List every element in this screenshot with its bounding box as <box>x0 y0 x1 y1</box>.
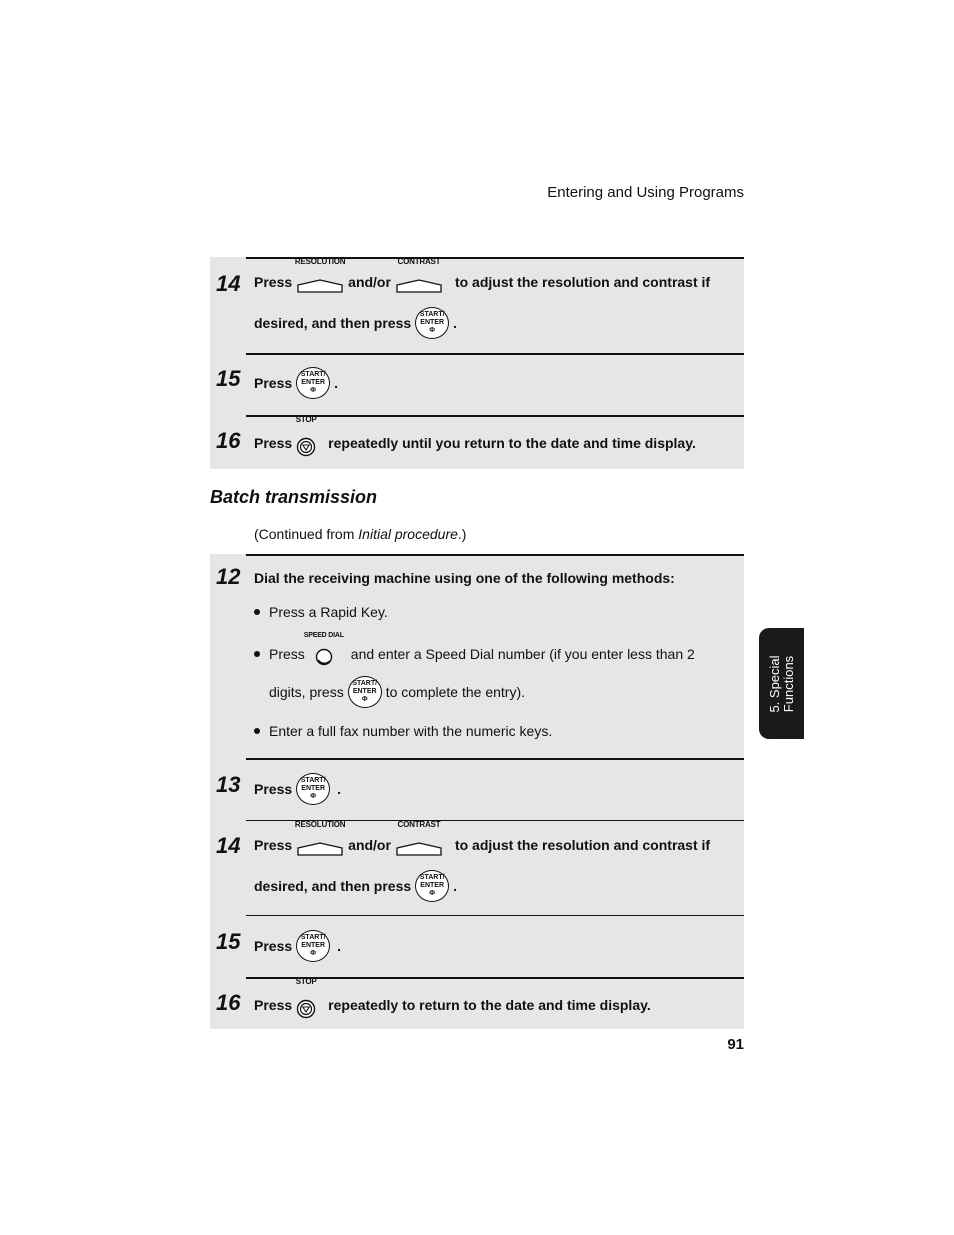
top-steps-block: 14 Press RESOLUTION and/or CONTRAST to a… <box>210 257 744 469</box>
step-text-line2: desired, and then press START/ENTER Φ . <box>254 307 457 339</box>
contrast-key: CONTRAST <box>395 257 443 293</box>
step-number: 16 <box>216 990 241 1015</box>
start-enter-key: START/ENTER Φ <box>296 773 331 805</box>
start-enter-icon: START/ENTER Φ <box>296 773 331 805</box>
step-divider <box>246 554 744 556</box>
bullet-dot <box>254 728 260 734</box>
step-text-line1: Press RESOLUTION and/or CONTRAST to adju… <box>254 257 710 293</box>
resolution-key: RESOLUTION <box>295 257 346 293</box>
step-15-batch: 15 Press START/ENTER Φ . <box>210 915 744 977</box>
step-14-top: 14 Press RESOLUTION and/or CONTRAST to a… <box>210 257 744 353</box>
stop-icon <box>296 999 316 1019</box>
stop-key: STOP <box>296 977 317 1019</box>
speed-dial-icon <box>315 648 332 666</box>
start-enter-icon: START/ENTER Φ <box>296 367 331 399</box>
step-number: 14 <box>216 271 241 296</box>
step-divider <box>246 415 744 417</box>
resolution-key: RESOLUTION <box>295 820 346 856</box>
step-number: 14 <box>216 833 241 858</box>
stop-key: STOP <box>296 415 317 457</box>
step-number: 15 <box>216 366 241 391</box>
start-enter-icon: START/ENTER Φ <box>415 870 450 902</box>
start-enter-icon: START/ENTER Φ <box>296 930 331 962</box>
step-divider <box>246 977 744 979</box>
resolution-key-icon <box>297 842 343 856</box>
start-enter-key: START/ENTER Φ <box>296 367 331 399</box>
step-13: 13 Press START/ENTER Φ . <box>210 758 744 820</box>
bullet-item-continuation: digits, press START/ENTER Φ to complete t… <box>269 676 525 708</box>
step-number: 12 <box>216 564 241 589</box>
chapter-tab: 5. Special Functions <box>759 628 804 739</box>
step-number: 13 <box>216 772 241 797</box>
step-14-batch: 14 Press RESOLUTION and/or CONTRAST to a… <box>210 820 744 915</box>
bullet-item: Press SPEED DIAL and enter a Speed Dial … <box>254 632 695 666</box>
step-number: 16 <box>216 428 241 453</box>
step-text-line1: Press RESOLUTION and/or CONTRAST to adju… <box>254 820 710 856</box>
step-15-top: 15 Press START/ENTER Φ . <box>210 353 744 415</box>
section-title: Batch transmission <box>210 487 378 507</box>
step-12: 12 Dial the receiving machine using one … <box>210 554 744 758</box>
step-number: 15 <box>216 929 241 954</box>
batch-steps-block: 12 Dial the receiving machine using one … <box>210 554 744 1029</box>
step-text: Press START/ENTER Φ . <box>254 773 341 805</box>
bullet-dot <box>254 609 260 615</box>
step-text: Press START/ENTER Φ . <box>254 367 338 399</box>
bullet-item: Enter a full fax number with the numeric… <box>254 723 552 739</box>
start-enter-icon: START/ENTER Φ <box>347 676 382 708</box>
contrast-key-icon <box>396 279 442 293</box>
start-enter-key: START/ENTER Φ <box>415 307 450 339</box>
step-text: Press START/ENTER Φ . <box>254 930 341 962</box>
continued-note: (Continued from Initial procedure.) <box>254 526 467 542</box>
bullet-item: Press a Rapid Key. <box>254 604 388 620</box>
step-text: Dial the receiving machine using one of … <box>254 570 675 586</box>
bullet-dot <box>254 651 260 657</box>
step-16-batch: 16 Press STOP repeatedly to return to th… <box>210 977 744 1029</box>
start-enter-icon: START/ENTER Φ <box>415 307 450 339</box>
start-enter-key: START/ENTER Φ <box>415 870 450 902</box>
step-divider <box>246 353 744 355</box>
step-text: Press STOP repeatedly until you return t… <box>254 415 696 457</box>
speed-dial-key: SPEED DIAL <box>304 632 344 666</box>
step-text-line2: desired, and then press START/ENTER Φ . <box>254 870 457 902</box>
contrast-key-icon <box>396 842 442 856</box>
start-enter-key: START/ENTER Φ <box>347 676 382 708</box>
running-header: Entering and Using Programs <box>547 184 744 201</box>
step-16-top: 16 Press STOP repeatedly until you retur… <box>210 415 744 469</box>
resolution-key-icon <box>297 279 343 293</box>
step-divider <box>246 915 744 916</box>
page-number: 91 <box>727 1036 744 1053</box>
chapter-tab-label: 5. Special Functions <box>766 654 796 713</box>
step-divider <box>246 758 744 760</box>
step-text: Press STOP repeatedly to return to the d… <box>254 977 651 1019</box>
stop-icon <box>296 437 316 457</box>
contrast-key: CONTRAST <box>395 820 443 856</box>
start-enter-key: START/ENTER Φ <box>296 930 331 962</box>
